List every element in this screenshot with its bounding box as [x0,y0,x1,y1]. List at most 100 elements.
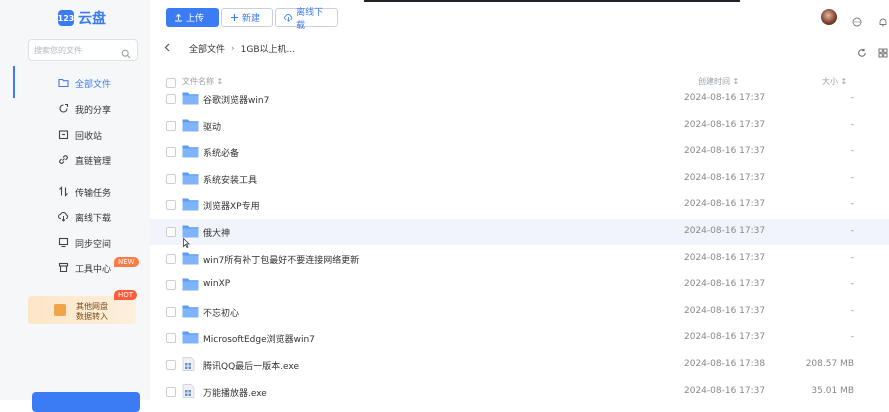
row-checkbox[interactable] [166,200,176,211]
transfer-box-icon [54,304,66,316]
data-import-promo[interactable]: 其他网盘 数据转入 [28,296,136,324]
grid-view-icon[interactable] [878,43,888,62]
file-size: - [850,226,854,236]
sidebar-item-label: 直链管理 [75,156,112,167]
sidebar-item-label: 离线下载 [75,213,112,224]
folder-icon [182,304,199,321]
new-button[interactable]: 新建 [221,8,273,27]
upload-label: 上传 [186,14,205,24]
file-size: - [850,146,854,157]
sidebar-item-label: 传输任务 [75,188,112,199]
breadcrumb-root[interactable]: 全部文件 [189,42,225,55]
file-name[interactable]: 腾讯QQ最后一版本.exe [203,359,299,372]
back-icon[interactable] [164,43,171,55]
transfer-icon [58,186,69,200]
row-checkbox[interactable] [166,306,176,317]
file-name[interactable]: winXP [203,279,230,289]
search-box [28,39,138,61]
sidebar-item-offline-download[interactable]: 离线下载 [0,206,150,228]
file-name[interactable]: 系统必备 [203,146,239,159]
breadcrumb-current[interactable]: 1GB以上机... [241,42,295,55]
file-size: - [850,305,854,316]
breadcrumb: 全部文件 › 1GB以上机... [164,42,295,55]
folder-icon [182,330,199,347]
folder-icon [182,118,199,135]
vip-button[interactable] [32,392,140,412]
share-icon [58,103,69,117]
row-checkbox[interactable] [166,333,176,344]
table-row[interactable]: 不忘初心 2024-08-16 17:37- [150,299,889,325]
table-row[interactable]: 驱动 2024-08-16 17:37- [150,113,889,139]
top-edge-bar [364,0,740,2]
table-row[interactable]: 系统必备 2024-08-16 17:37- [150,139,889,165]
row-checkbox[interactable] [166,94,176,104]
row-checkbox[interactable] [166,360,176,370]
table-row[interactable]: 谷歌浏览器win7 2024-08-16 17:37- [150,86,889,112]
app-logo[interactable]: 123 云盘 [58,8,106,28]
bell-icon[interactable] [878,12,888,31]
row-checkbox[interactable] [166,147,176,158]
file-name[interactable]: 系统安装工具 [203,173,257,186]
table-row[interactable]: 俄大神 2024-08-16 17:37- [150,219,889,245]
file-name[interactable]: 浏览器XP专用 [203,199,260,212]
sidebar-item-sync-space[interactable]: 同步空间 [0,232,150,254]
sidebar-item-recycle-bin[interactable]: 回收站 [0,124,150,146]
file-name[interactable]: 谷歌浏览器win7 [203,93,269,106]
sidebar-item-all-files[interactable]: 全部文件 [0,66,150,98]
row-checkbox[interactable] [166,280,176,291]
file-name[interactable]: 万能播放器.exe [203,386,267,399]
sidebar-item-label: 工具中心 [75,264,112,275]
folder-icon [182,91,199,108]
row-checkbox[interactable] [166,173,176,184]
main-panel: 上传 新建 离线下载 全部文件 › 1GB以上机... 文件名称 ↕ 创建时间 … [150,0,889,400]
folder-icon [182,197,199,214]
file-name[interactable]: 俄大神 [203,226,230,239]
sidebar-item-transfers[interactable]: 传输任务 [0,181,150,203]
table-row[interactable]: 浏览器XP专用 2024-08-16 17:37- [150,192,889,218]
table-row[interactable]: 系统安装工具 2024-08-16 17:37- [150,166,889,192]
file-size: - [850,332,854,343]
exe-file-icon [182,383,195,401]
file-size: 35.01 MB [811,385,854,396]
file-name[interactable]: MicrosoftEdge浏览器win7 [203,332,315,345]
row-checkbox[interactable] [166,253,176,264]
user-avatar[interactable] [821,9,837,25]
new-label: 新建 [242,14,261,24]
sidebar-item-label: 同步空间 [75,239,112,250]
table-row[interactable]: 腾讯QQ最后一版本.exe 2024-08-16 17:38 208.57 MB [150,352,889,378]
more-icon[interactable] [852,12,862,31]
search-input[interactable] [29,44,120,56]
link-icon [58,154,69,168]
file-size: - [850,252,854,263]
upload-icon [175,13,182,22]
logo-text: 云盘 [78,11,106,27]
row-checkbox[interactable] [166,386,176,397]
file-size: - [850,199,854,210]
upload-button[interactable]: 上传 [166,8,219,27]
file-size: - [850,279,854,290]
file-size: 208.57 MB [805,359,854,369]
table-row[interactable]: MicrosoftEdge浏览器win7 2024-08-16 17:37- [150,325,889,351]
file-size: - [850,172,854,183]
sidebar: 123 云盘 全部文件 我的分享 回收站 直链管理 传输任务 [0,0,150,412]
table-row[interactable]: 万能播放器.exe 2024-08-16 17:37 35.01 MB [150,379,889,405]
file-name[interactable]: 驱动 [203,120,221,133]
offline-download-button[interactable]: 离线下载 [275,8,338,31]
exe-file-icon [182,357,195,374]
refresh-icon[interactable] [857,43,867,62]
row-checkbox[interactable] [166,120,176,131]
mouse-cursor-icon [183,233,190,252]
folder-icon [182,251,199,268]
table-row[interactable]: winXP 2024-08-16 17:37- [150,272,889,298]
file-name[interactable]: win7所有补丁包最好不要连接网络更新 [203,253,359,266]
offline-download-label: 离线下载 [296,7,324,31]
row-checkbox[interactable] [166,227,176,237]
sidebar-item-label: 我的分享 [75,105,112,116]
file-name[interactable]: 不忘初心 [203,306,239,319]
search-icon[interactable] [121,44,131,63]
table-row[interactable]: win7所有补丁包最好不要连接网络更新 2024-08-16 17:37- [150,246,889,272]
sidebar-item-direct-links[interactable]: 直链管理 [0,149,150,171]
sidebar-item-my-shares[interactable]: 我的分享 [0,98,150,120]
file-size: - [850,93,854,103]
folder-icon [182,144,199,161]
